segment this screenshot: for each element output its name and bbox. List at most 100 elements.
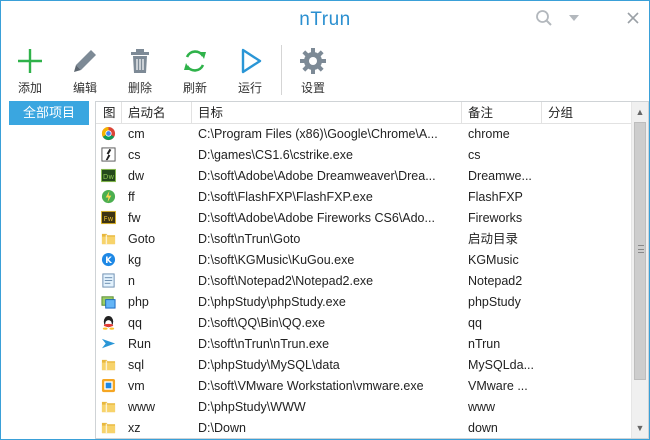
scroll-up-icon[interactable]: ▲ bbox=[632, 104, 648, 120]
folder-icon bbox=[96, 397, 122, 418]
refresh-icon bbox=[184, 50, 206, 72]
group-cell bbox=[542, 208, 632, 229]
plus-icon bbox=[18, 49, 42, 73]
group-cell bbox=[542, 187, 632, 208]
svg-text:Dw: Dw bbox=[103, 172, 114, 181]
add-button[interactable]: 添加 bbox=[5, 45, 55, 99]
target-cell: D:\soft\KGMusic\KuGou.exe bbox=[198, 253, 355, 267]
list-header: 图 启动名 目标 备注 分组 bbox=[96, 102, 632, 124]
table-row[interactable]: cm C:\Program Files (x86)\Google\Chrome\A… bbox=[96, 124, 632, 145]
pencil-icon bbox=[74, 50, 96, 72]
group-cell bbox=[542, 292, 632, 313]
phpstudy-icon bbox=[96, 292, 122, 313]
note-cell: VMware ... bbox=[468, 379, 528, 393]
column-header-name[interactable]: 启动名 bbox=[122, 102, 192, 124]
scrollbar-thumb[interactable] bbox=[634, 122, 646, 380]
search-icon[interactable] bbox=[533, 9, 555, 29]
column-header-icon[interactable]: 图 bbox=[96, 102, 122, 124]
launch-name-cell: Run bbox=[128, 337, 151, 351]
ntrun-icon bbox=[96, 334, 122, 355]
table-row[interactable]: ff D:\soft\FlashFXP\FlashFXP.exe FlashFXP bbox=[96, 187, 632, 208]
chrome-icon bbox=[96, 124, 122, 145]
note-cell: www bbox=[468, 400, 496, 414]
cs-icon bbox=[96, 145, 122, 166]
app-window: nTrun 添加 编辑 删除 刷新 运行 设置 全部项目 图 启动名 目标 备注… bbox=[0, 0, 650, 440]
table-row[interactable]: php D:\phpStudy\phpStudy.exe phpStudy bbox=[96, 292, 632, 313]
edit-button[interactable]: 编辑 bbox=[60, 45, 110, 99]
group-cell bbox=[542, 229, 632, 250]
svg-text:K: K bbox=[105, 255, 112, 265]
target-cell: D:\soft\Notepad2\Notepad2.exe bbox=[198, 274, 374, 288]
target-cell: D:\phpStudy\MySQL\data bbox=[198, 358, 340, 372]
table-row[interactable]: vm D:\soft\VMware Workstation\vmware.exe V… bbox=[96, 376, 632, 397]
group-cell bbox=[542, 355, 632, 376]
target-cell: D:\soft\Adobe\Adobe Dreamweaver\Drea... bbox=[198, 169, 436, 183]
notepad-icon bbox=[96, 271, 122, 292]
column-header-group[interactable]: 分组 bbox=[542, 102, 632, 124]
table-row[interactable]: www D:\phpStudy\WWW www bbox=[96, 397, 632, 418]
sidebar: 全部项目 bbox=[1, 101, 93, 439]
launch-name-cell: ff bbox=[128, 190, 135, 204]
scroll-down-icon[interactable]: ▼ bbox=[632, 420, 648, 436]
note-cell: MySQLda... bbox=[468, 358, 534, 372]
svg-text:Fw: Fw bbox=[104, 214, 114, 223]
group-cell bbox=[542, 334, 632, 355]
launch-name-cell: dw bbox=[128, 169, 144, 183]
note-cell: KGMusic bbox=[468, 253, 519, 267]
table-row[interactable]: Dw dw D:\soft\Adobe\Adobe Dreamweaver\Drea… bbox=[96, 166, 632, 187]
close-icon[interactable] bbox=[622, 9, 644, 29]
table-row[interactable]: Kkg D:\soft\KGMusic\KuGou.exe KGMusic bbox=[96, 250, 632, 271]
table-row[interactable]: xz D:\Down down bbox=[96, 418, 632, 438]
column-header-note[interactable]: 备注 bbox=[462, 102, 542, 124]
title-bar[interactable]: nTrun bbox=[1, 1, 649, 39]
folder-icon bbox=[96, 418, 122, 438]
launch-name-cell: qq bbox=[128, 316, 142, 330]
note-cell: chrome bbox=[468, 127, 510, 141]
launch-name-cell: cs bbox=[128, 148, 141, 162]
column-header-target[interactable]: 目标 bbox=[192, 102, 462, 124]
table-row[interactable]: Run D:\soft\nTrun\nTrun.exe nTrun bbox=[96, 334, 632, 355]
launch-name-cell: n bbox=[128, 274, 135, 288]
qq-icon bbox=[96, 313, 122, 334]
group-cell bbox=[542, 418, 632, 438]
flashfxp-icon bbox=[96, 187, 122, 208]
table-row[interactable]: Fw fw D:\soft\Adobe\Adobe Fireworks CS6\Ad… bbox=[96, 208, 632, 229]
delete-button[interactable]: 删除 bbox=[115, 45, 165, 99]
play-icon bbox=[241, 48, 262, 74]
group-cell bbox=[542, 397, 632, 418]
folder-icon bbox=[96, 355, 122, 376]
sidebar-item-all[interactable]: 全部项目 bbox=[9, 101, 89, 125]
launch-name-cell: xz bbox=[128, 421, 141, 435]
target-cell: D:\phpStudy\phpStudy.exe bbox=[198, 295, 346, 309]
table-row[interactable]: qq D:\soft\QQ\Bin\QQ.exe qq bbox=[96, 313, 632, 334]
table-row[interactable]: cs D:\games\CS1.6\cstrike.exe cs bbox=[96, 145, 632, 166]
vertical-scrollbar[interactable]: ▲ ▼ bbox=[631, 102, 648, 438]
table-row[interactable]: Goto D:\soft\nTrun\Goto 启动目录 bbox=[96, 229, 632, 250]
target-cell: D:\soft\FlashFXP\FlashFXP.exe bbox=[198, 190, 373, 204]
table-row[interactable]: n D:\soft\Notepad2\Notepad2.exe Notepad2 bbox=[96, 271, 632, 292]
dropdown-icon[interactable] bbox=[563, 9, 585, 29]
launch-name-cell: php bbox=[128, 295, 149, 309]
run-button[interactable]: 运行 bbox=[225, 45, 275, 99]
group-cell bbox=[542, 313, 632, 334]
launch-name-cell: vm bbox=[128, 379, 145, 393]
folder-icon bbox=[96, 229, 122, 250]
note-cell: 启动目录 bbox=[468, 232, 519, 246]
note-cell: Dreamwe... bbox=[468, 169, 532, 183]
kugou-icon: K bbox=[96, 250, 122, 271]
refresh-label: 刷新 bbox=[182, 81, 207, 95]
target-cell: D:\soft\VMware Workstation\vmware.exe bbox=[198, 379, 424, 393]
target-cell: C:\Program Files (x86)\Google\Chrome\A..… bbox=[198, 127, 438, 141]
refresh-button[interactable]: 刷新 bbox=[170, 45, 220, 99]
launch-name-cell: Goto bbox=[128, 232, 156, 246]
group-cell bbox=[542, 250, 632, 271]
target-cell: D:\soft\Adobe\Adobe Fireworks CS6\Ado... bbox=[198, 211, 435, 225]
launch-name-cell: sql bbox=[128, 358, 144, 372]
group-cell bbox=[542, 145, 632, 166]
launch-name-cell: kg bbox=[128, 253, 142, 267]
fireworks-icon: Fw bbox=[96, 208, 122, 229]
list-rows: cm C:\Program Files (x86)\Google\Chrome\A… bbox=[96, 124, 632, 438]
table-row[interactable]: sql D:\phpStudy\MySQL\data MySQLda... bbox=[96, 355, 632, 376]
launcher-list: 图 启动名 目标 备注 分组 cm C:\Program Files (x86)\… bbox=[95, 101, 649, 439]
settings-button[interactable]: 设置 bbox=[288, 45, 338, 99]
